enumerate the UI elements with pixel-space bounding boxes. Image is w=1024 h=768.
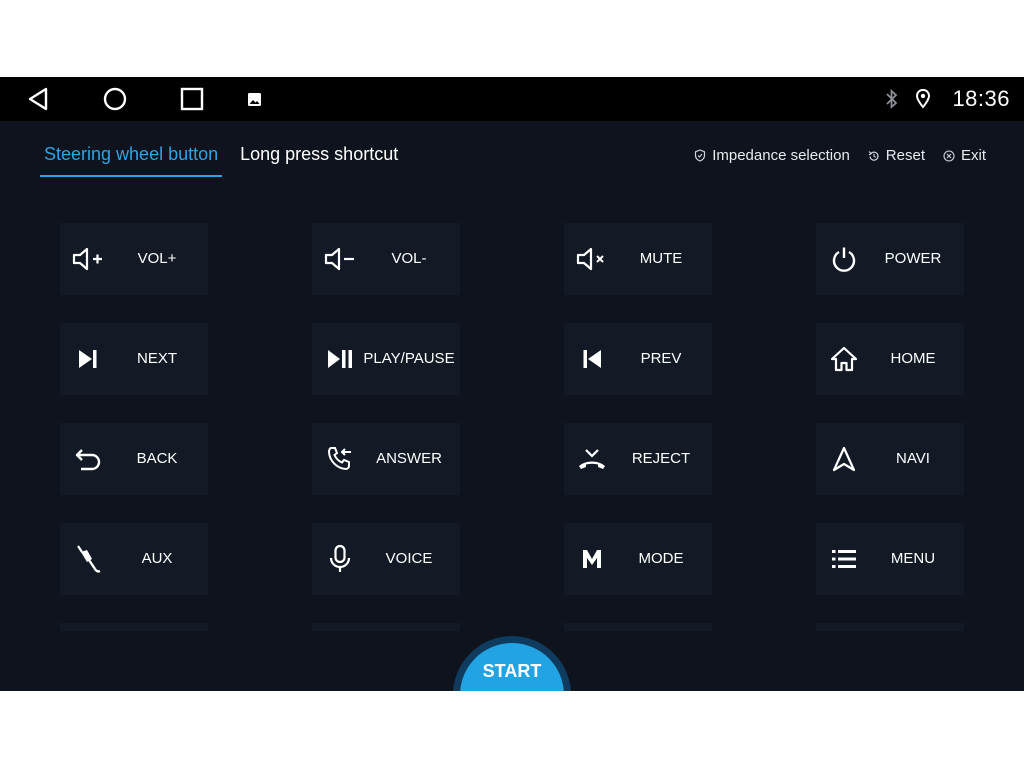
reset-label: Reset: [885, 147, 925, 164]
key-label: PREV: [640, 350, 682, 367]
shield-icon: [694, 149, 706, 162]
tab-long-press-shortcut[interactable]: Long press shortcut: [236, 139, 402, 175]
key-mode[interactable]: MODE: [564, 523, 712, 595]
tab-bar: Steering wheel button Long press shortcu…: [40, 139, 416, 177]
key-label: VOICE: [385, 550, 433, 567]
key-label: POWER: [884, 250, 942, 267]
key-menu[interactable]: MENU: [816, 523, 964, 595]
play-pause-icon: [322, 341, 358, 377]
reset-icon: [868, 150, 880, 162]
clock: 18:36: [952, 86, 1010, 111]
key-partial[interactable]: [60, 623, 208, 631]
key-partial[interactable]: [816, 623, 964, 631]
reset-button[interactable]: Reset: [868, 147, 925, 164]
tab-steering-wheel-button[interactable]: Steering wheel button: [40, 139, 223, 177]
answer-call-icon: [322, 441, 358, 477]
previous-track-icon: [574, 341, 610, 377]
key-label: MODE: [638, 550, 684, 567]
impedance-selection-label: Impedance selection: [712, 147, 850, 164]
status-bar: 18:36: [0, 77, 1024, 121]
navigation-icon: [826, 441, 862, 477]
key-label: AUX: [141, 550, 173, 567]
key-mute[interactable]: MUTE: [564, 223, 712, 295]
key-navi[interactable]: NAVI: [816, 423, 964, 495]
steering-wheel-settings-screen: 18:36 Steering wheel button Long press s…: [0, 77, 1024, 691]
key-aux[interactable]: AUX: [60, 523, 208, 595]
key-label: MUTE: [639, 250, 683, 267]
impedance-selection-button[interactable]: Impedance selection: [694, 147, 850, 164]
back-arrow-icon: [70, 441, 106, 477]
exit-label: Exit: [960, 147, 986, 164]
key-next[interactable]: NEXT: [60, 323, 208, 395]
key-reject[interactable]: REJECT: [564, 423, 712, 495]
recents-icon[interactable]: [176, 85, 208, 113]
volume-up-icon: [70, 241, 106, 277]
key-answer[interactable]: ANSWER: [312, 423, 460, 495]
mode-icon: [574, 541, 610, 577]
key-label: MENU: [890, 550, 936, 567]
key-label: REJECT: [631, 450, 691, 467]
mute-icon: [574, 241, 610, 277]
exit-button[interactable]: Exit: [943, 147, 986, 164]
key-label: ANSWER: [376, 450, 442, 467]
power-icon: [826, 241, 862, 277]
key-prev[interactable]: PREV: [564, 323, 712, 395]
key-label: NAVI: [896, 450, 930, 467]
close-icon: [943, 149, 955, 162]
key-label: HOME: [890, 350, 936, 367]
key-back[interactable]: BACK: [60, 423, 208, 495]
volume-down-icon: [322, 241, 358, 277]
key-partial[interactable]: [564, 623, 712, 631]
home-icon: [826, 341, 862, 377]
menu-list-icon: [826, 541, 862, 577]
gallery-icon[interactable]: [240, 85, 268, 113]
key-voice[interactable]: VOICE: [312, 523, 460, 595]
key-label: BACK: [136, 450, 178, 467]
microphone-icon: [322, 541, 358, 577]
key-home[interactable]: HOME: [816, 323, 964, 395]
back-icon[interactable]: [22, 85, 54, 113]
reject-call-icon: [574, 441, 610, 477]
key-vol-down[interactable]: VOL-: [312, 223, 460, 295]
header-actions: Impedance selection Reset Exit: [694, 147, 986, 164]
key-label: VOL-: [391, 250, 427, 267]
status-indicators: 18:36: [884, 77, 1010, 121]
key-label: NEXT: [136, 350, 177, 367]
key-label: PLAY/PAUSE: [363, 350, 455, 367]
key-partial[interactable]: [312, 623, 460, 631]
bluetooth-icon: [884, 88, 900, 110]
home-icon[interactable]: [99, 85, 131, 113]
location-icon: [914, 88, 932, 110]
aux-cable-icon: [70, 541, 106, 577]
key-label: VOL+: [137, 250, 177, 267]
key-play-pause[interactable]: PLAY/PAUSE: [312, 323, 460, 395]
key-power[interactable]: POWER: [816, 223, 964, 295]
next-track-icon: [70, 341, 106, 377]
key-vol-up[interactable]: VOL+: [60, 223, 208, 295]
